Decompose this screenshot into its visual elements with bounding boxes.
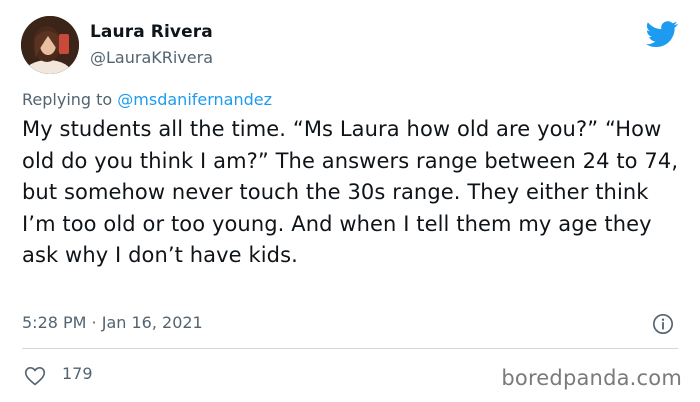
replying-to-prefix: Replying to bbox=[22, 90, 118, 109]
tweet-text: My students all the time. “Ms Laura how … bbox=[22, 117, 679, 267]
avatar[interactable] bbox=[21, 16, 79, 74]
divider bbox=[22, 348, 678, 349]
display-name[interactable]: Laura Rivera bbox=[90, 22, 213, 42]
info-icon[interactable] bbox=[652, 313, 674, 335]
avatar-image bbox=[21, 16, 79, 74]
user-handle[interactable]: @LauraKRivera bbox=[90, 48, 213, 67]
watermark: boredpanda.com bbox=[501, 366, 682, 390]
replying-to-line: Replying to @msdanifernandez bbox=[22, 90, 272, 109]
tweet-timestamp[interactable]: 5:28 PM · Jan 16, 2021 bbox=[22, 313, 203, 332]
like-count: 179 bbox=[62, 364, 93, 383]
twitter-bird-icon[interactable] bbox=[646, 18, 678, 50]
heart-icon[interactable] bbox=[24, 366, 46, 386]
reply-mention-link[interactable]: @msdanifernandez bbox=[117, 90, 272, 109]
